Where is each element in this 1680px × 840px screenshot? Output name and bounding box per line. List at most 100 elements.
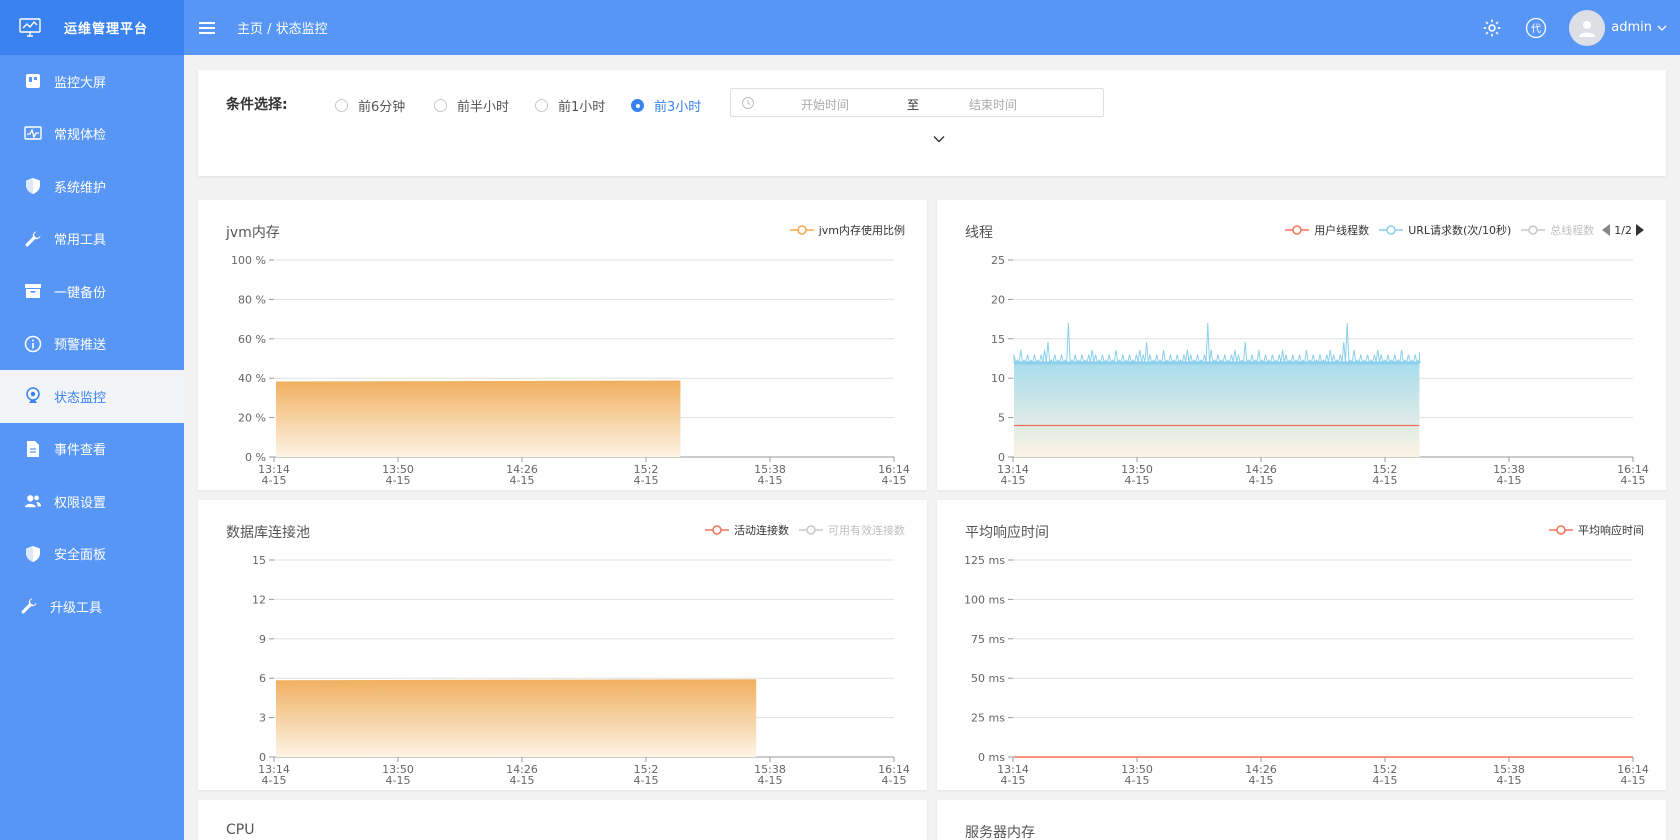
breadcrumb: 主页 / 状态监控: [237, 22, 328, 37]
x-tick-date: 4-15: [1001, 474, 1026, 487]
sidebar-item-label: 状态监控: [54, 390, 107, 406]
y-tick-label: 25: [991, 254, 1005, 267]
radio-dot[interactable]: [434, 99, 447, 112]
x-tick-date: 4-15: [634, 774, 659, 787]
y-tick-label: 12: [252, 593, 266, 606]
date-range-picker[interactable]: 开始时间 至 结束时间: [730, 88, 1104, 117]
time-range-radio[interactable]: 前1小时: [535, 96, 605, 115]
sidebar-item[interactable]: 常用工具: [0, 213, 184, 266]
code-badge-icon[interactable]: 代: [1525, 17, 1547, 39]
sidebar-item[interactable]: 升级工具: [0, 580, 184, 633]
shield-icon: [24, 177, 42, 195]
area-fill: [1014, 362, 1420, 457]
y-tick-label: 15: [252, 554, 266, 567]
y-tick-label: 100 ms: [964, 593, 1005, 606]
y-tick-label: 50 ms: [971, 672, 1005, 685]
x-tick-date: 4-15: [758, 774, 783, 787]
y-tick-label: 15: [991, 333, 1005, 346]
time-range-radio[interactable]: 前半小时: [434, 96, 509, 115]
x-tick-date: 4-15: [1373, 474, 1398, 487]
y-tick-label: 10: [991, 372, 1005, 385]
sidebar-item[interactable]: 一键备份: [0, 265, 184, 318]
time-range-radio[interactable]: 前3小时: [631, 96, 701, 115]
radio-label: 前3小时: [654, 100, 702, 115]
sidebar-item[interactable]: 常规体检: [0, 108, 184, 161]
y-tick-label: 5: [998, 412, 1005, 425]
response-time-card: 平均响应时间 平均响应时间 125 ms 100 ms 75 ms 50 ms 25 m…: [937, 500, 1666, 790]
chart-title: CPU: [226, 822, 255, 838]
sidebar-item-label: 一键备份: [54, 285, 107, 301]
sidebar-item[interactable]: 事件查看: [0, 423, 184, 476]
sidebar-item[interactable]: 安全面板: [0, 528, 184, 581]
y-tick-label: 20: [991, 293, 1005, 306]
jvm-memory-card: jvm内存 jvm内存使用比例 100 % 80 % 60 % 40 % 20 % 0 %…: [198, 200, 927, 490]
y-tick-label: 20 %: [238, 412, 266, 425]
time-range-radio[interactable]: 前6分钟: [335, 96, 405, 115]
dashboard-icon: [24, 72, 42, 90]
x-tick-date: 4-15: [1125, 474, 1150, 487]
sidebar-item-label: 预警推送: [54, 338, 107, 354]
sidebar-item[interactable]: 状态监控: [0, 370, 184, 423]
sidebar-item-label: 升级工具: [50, 600, 103, 616]
x-tick-date: 4-15: [1249, 774, 1274, 787]
webcam-icon: [24, 387, 42, 405]
y-tick-label: 25 ms: [971, 712, 1005, 725]
x-tick-date: 4-15: [758, 474, 783, 487]
threads-card: 线程 用户线程数 URL请求数(次/10秒) 总线程数 1/2 25 20 15 10 5 0 1…: [937, 200, 1666, 490]
sidebar: 运维管理平台 监控大屏常规体检系统维护常用工具一键备份预警推送状态监控事件查看权…: [0, 0, 184, 840]
sidebar-item-label: 常用工具: [54, 233, 107, 249]
radio-dot[interactable]: [535, 99, 548, 112]
x-tick-date: 4-15: [1497, 774, 1522, 787]
x-tick-date: 4-15: [882, 474, 907, 487]
username[interactable]: admin: [1611, 20, 1652, 35]
x-tick-date: 4-15: [1249, 474, 1274, 487]
sidebar-item[interactable]: 权限设置: [0, 475, 184, 528]
x-tick-date: 4-15: [634, 474, 659, 487]
users-icon: [24, 492, 42, 510]
sidebar-item[interactable]: 监控大屏: [0, 55, 184, 108]
monitor-logo-icon: [19, 17, 41, 37]
y-tick-label: 75 ms: [971, 633, 1005, 646]
sidebar-item-label: 常规体检: [54, 128, 107, 144]
radio-label: 前6分钟: [358, 100, 406, 115]
chevron-down-icon[interactable]: [1656, 22, 1668, 34]
x-tick-date: 4-15: [882, 774, 907, 787]
sidebar-item[interactable]: 预警推送: [0, 318, 184, 371]
avatar[interactable]: [1569, 9, 1606, 46]
y-tick-label: 125 ms: [964, 554, 1005, 567]
menu-toggle-icon[interactable]: [199, 20, 215, 36]
expand-chevron-icon[interactable]: [932, 132, 946, 146]
settings-gear-icon[interactable]: [1481, 17, 1503, 39]
code-badge-text: 代: [1531, 23, 1541, 35]
sidebar-item-label: 事件查看: [54, 443, 107, 459]
server-memory-card: 服务器内存: [937, 800, 1666, 840]
archive-icon: [24, 282, 42, 300]
y-tick-label: 60 %: [238, 333, 266, 346]
db-pool-card: 数据库连接池 活动连接数 可用有效连接数 15 12 9 6 3 0 13:14 4-15 13:…: [198, 500, 927, 790]
y-tick-label: 80 %: [238, 293, 266, 306]
end-time-input[interactable]: 结束时间: [969, 96, 1017, 113]
x-tick-date: 4-15: [510, 474, 535, 487]
x-tick-date: 4-15: [1497, 474, 1522, 487]
x-tick-date: 4-15: [1621, 774, 1646, 787]
radio-label: 前1小时: [558, 100, 606, 115]
chart-title: 服务器内存: [965, 825, 1035, 840]
radio-dot[interactable]: [335, 99, 348, 112]
start-time-input[interactable]: 开始时间: [801, 96, 849, 113]
sidebar-item-label: 系统维护: [54, 180, 107, 196]
y-tick-label: 40 %: [238, 372, 266, 385]
y-tick-label: 9: [259, 633, 266, 646]
radio-label: 前半小时: [457, 100, 510, 115]
brand: 运维管理平台: [0, 0, 184, 55]
y-tick-label: 100 %: [231, 254, 266, 267]
radio-dot[interactable]: [631, 99, 644, 112]
x-tick-date: 4-15: [1373, 774, 1398, 787]
clock-icon: [742, 96, 754, 109]
sidebar-item[interactable]: 系统维护: [0, 160, 184, 213]
info-icon: [24, 335, 42, 353]
sidebar-item-label: 安全面板: [54, 548, 107, 564]
cpu-card: CPU: [198, 800, 927, 840]
range-separator: 至: [907, 98, 920, 112]
document-icon: [24, 440, 42, 458]
y-tick-label: 6: [259, 672, 266, 685]
